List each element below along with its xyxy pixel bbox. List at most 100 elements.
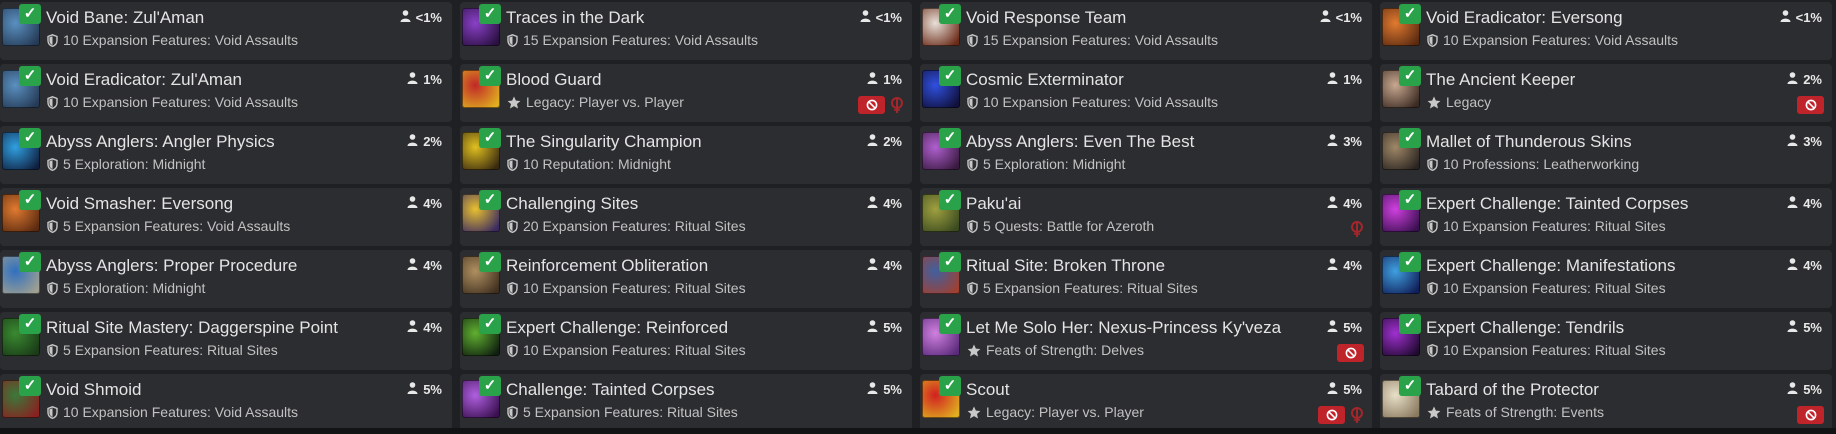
user-icon — [1787, 134, 1798, 149]
shield-points-icon — [507, 405, 518, 419]
completed-check-icon: ✓ — [479, 4, 501, 24]
achievement-title[interactable]: Traces in the Dark — [506, 8, 644, 28]
achievement-card[interactable]: ✓ Void Response Team 15 Expansion Features… — [920, 2, 1372, 60]
achievement-title[interactable]: Void Shmoid — [46, 380, 141, 400]
achievement-card[interactable]: ✓ Expert Challenge: Tainted Corpses 10 Exp… — [1380, 188, 1832, 246]
achievement-title[interactable]: Let Me Solo Her: Nexus-Princess Ky'veza — [966, 318, 1281, 338]
achievement-card[interactable]: ✓ Challenging Sites 20 Expansion Features:… — [460, 188, 912, 246]
achievement-card[interactable]: ✓ Challenge: Tainted Corpses 5 Expansion F… — [460, 374, 912, 432]
horde-icon — [1350, 220, 1364, 238]
achievement-card[interactable]: ✓ Cosmic Exterminator 10 Expansion Feature… — [920, 64, 1372, 122]
achievement-category: Feats of Strength: Events — [1446, 404, 1604, 420]
bottom-bar — [0, 428, 1836, 434]
user-icon — [867, 382, 878, 397]
achievement-title[interactable]: Scout — [966, 380, 1009, 400]
achievement-title[interactable]: Expert Challenge: Manifestations — [1426, 256, 1675, 276]
achievement-card[interactable]: ✓ Ritual Site Mastery: Daggerspine Point 5… — [0, 312, 452, 370]
percent-value: 4% — [883, 258, 902, 273]
shield-points-icon — [47, 219, 58, 233]
user-icon — [407, 258, 418, 273]
achievement-card[interactable]: ✓ Traces in the Dark 15 Expansion Features… — [460, 2, 912, 60]
achievement-card[interactable]: ✓ Scout Legacy: Player vs. Player 5% — [920, 374, 1372, 432]
achievement-card[interactable]: ✓ Tabard of the Protector Feats of Strengt… — [1380, 374, 1832, 432]
achievement-title[interactable]: Expert Challenge: Reinforced — [506, 318, 728, 338]
achievement-title[interactable]: Expert Challenge: Tendrils — [1426, 318, 1624, 338]
user-icon — [407, 382, 418, 397]
percent-value: 4% — [1803, 196, 1822, 211]
user-icon — [1327, 196, 1338, 211]
achievement-card[interactable]: ✓ Void Bane: Zul'Aman 10 Expansion Feature… — [0, 2, 452, 60]
achievement-card[interactable]: ✓ Void Smasher: Eversong 5 Expansion Featu… — [0, 188, 452, 246]
percent-value: 1% — [423, 72, 442, 87]
achievement-title[interactable]: Mallet of Thunderous Skins — [1426, 132, 1632, 152]
completion-percent: 5% — [1787, 320, 1822, 335]
completed-check-icon: ✓ — [19, 376, 41, 396]
user-icon — [1787, 382, 1798, 397]
achievement-meta: 10 Expansion Features: Ritual Sites — [507, 280, 746, 296]
achievement-title[interactable]: The Singularity Champion — [506, 132, 702, 152]
achievement-title[interactable]: Paku'ai — [966, 194, 1021, 214]
achievement-title[interactable]: Void Smasher: Eversong — [46, 194, 233, 214]
achievement-category: 10 Expansion Features: Ritual Sites — [1443, 280, 1666, 296]
achievement-title[interactable]: Abyss Anglers: Even The Best — [966, 132, 1194, 152]
percent-value: 5% — [1803, 320, 1822, 335]
achievement-title[interactable]: Void Eradicator: Eversong — [1426, 8, 1623, 28]
achievement-card[interactable]: ✓ Abyss Anglers: Even The Best 5 Explorati… — [920, 126, 1372, 184]
completed-check-icon: ✓ — [479, 190, 501, 210]
achievement-card[interactable]: ✓ Reinforcement Obliteration 10 Expansion … — [460, 250, 912, 308]
achievement-card[interactable]: ✓ Mallet of Thunderous Skins 10 Profession… — [1380, 126, 1832, 184]
achievement-card[interactable]: ✓ Abyss Anglers: Angler Physics 5 Explorat… — [0, 126, 452, 184]
achievement-title[interactable]: Reinforcement Obliteration — [506, 256, 708, 276]
achievement-title[interactable]: Expert Challenge: Tainted Corpses — [1426, 194, 1688, 214]
achievement-category: 5 Exploration: Midnight — [983, 156, 1126, 172]
achievement-title[interactable]: Void Bane: Zul'Aman — [46, 8, 204, 28]
completed-check-icon: ✓ — [1399, 128, 1421, 148]
shield-points-icon — [47, 281, 58, 295]
achievement-title[interactable]: The Ancient Keeper — [1426, 70, 1575, 90]
achievement-card[interactable]: ✓ Expert Challenge: Reinforced 10 Expansio… — [460, 312, 912, 370]
badge-group — [1797, 96, 1824, 114]
completed-check-icon: ✓ — [479, 252, 501, 272]
percent-value: <1% — [415, 10, 442, 25]
achievement-card[interactable]: ✓ Blood Guard Legacy: Player vs. Player 1% — [460, 64, 912, 122]
achievement-title[interactable]: Abyss Anglers: Proper Procedure — [46, 256, 297, 276]
achievement-card[interactable]: ✓ The Singularity Champion 10 Reputation: … — [460, 126, 912, 184]
achievement-meta: Legacy — [1427, 94, 1491, 110]
achievement-title[interactable]: Ritual Site: Broken Throne — [966, 256, 1165, 276]
achievement-card[interactable]: ✓ Void Shmoid 10 Expansion Features: Void … — [0, 374, 452, 432]
achievement-card[interactable]: ✓ The Ancient Keeper Legacy 2% — [1380, 64, 1832, 122]
achievement-card[interactable]: ✓ Paku'ai 5 Quests: Battle for Azeroth 4% — [920, 188, 1372, 246]
completed-check-icon: ✓ — [939, 376, 961, 396]
horde-icon — [1350, 406, 1364, 424]
achievement-title[interactable]: Abyss Anglers: Angler Physics — [46, 132, 275, 152]
shield-points-icon — [47, 405, 58, 419]
achievement-meta: 5 Expansion Features: Ritual Sites — [507, 404, 738, 420]
achievement-card[interactable]: ✓ Ritual Site: Broken Throne 5 Expansion F… — [920, 250, 1372, 308]
achievement-title[interactable]: Tabard of the Protector — [1426, 380, 1599, 400]
unobtainable-icon — [1797, 96, 1824, 114]
achievement-card[interactable]: ✓ Void Eradicator: Zul'Aman 10 Expansion F… — [0, 64, 452, 122]
percent-value: 3% — [1803, 134, 1822, 149]
percent-value: 2% — [1803, 72, 1822, 87]
achievement-card[interactable]: ✓ Expert Challenge: Tendrils 10 Expansion … — [1380, 312, 1832, 370]
achievement-title[interactable]: Ritual Site Mastery: Daggerspine Point — [46, 318, 338, 338]
achievement-title[interactable]: Cosmic Exterminator — [966, 70, 1124, 90]
achievement-card[interactable]: ✓ Let Me Solo Her: Nexus-Princess Ky'veza… — [920, 312, 1372, 370]
completed-check-icon: ✓ — [939, 66, 961, 86]
completed-check-icon: ✓ — [1399, 252, 1421, 272]
percent-value: 5% — [883, 382, 902, 397]
unobtainable-icon — [1337, 344, 1364, 362]
completion-percent: 5% — [407, 382, 442, 397]
achievement-card[interactable]: ✓ Void Eradicator: Eversong 10 Expansion F… — [1380, 2, 1832, 60]
achievement-title[interactable]: Challenging Sites — [506, 194, 638, 214]
achievement-card[interactable]: ✓ Abyss Anglers: Proper Procedure 5 Explor… — [0, 250, 452, 308]
shield-points-icon — [1427, 219, 1438, 233]
shield-points-icon — [47, 343, 58, 357]
achievement-title[interactable]: Challenge: Tainted Corpses — [506, 380, 715, 400]
achievement-meta: Legacy: Player vs. Player — [507, 94, 684, 110]
achievement-title[interactable]: Void Response Team — [966, 8, 1126, 28]
star-icon — [967, 406, 981, 419]
achievement-card[interactable]: ✓ Expert Challenge: Manifestations 10 Expa… — [1380, 250, 1832, 308]
achievement-title[interactable]: Void Eradicator: Zul'Aman — [46, 70, 242, 90]
achievement-title[interactable]: Blood Guard — [506, 70, 601, 90]
